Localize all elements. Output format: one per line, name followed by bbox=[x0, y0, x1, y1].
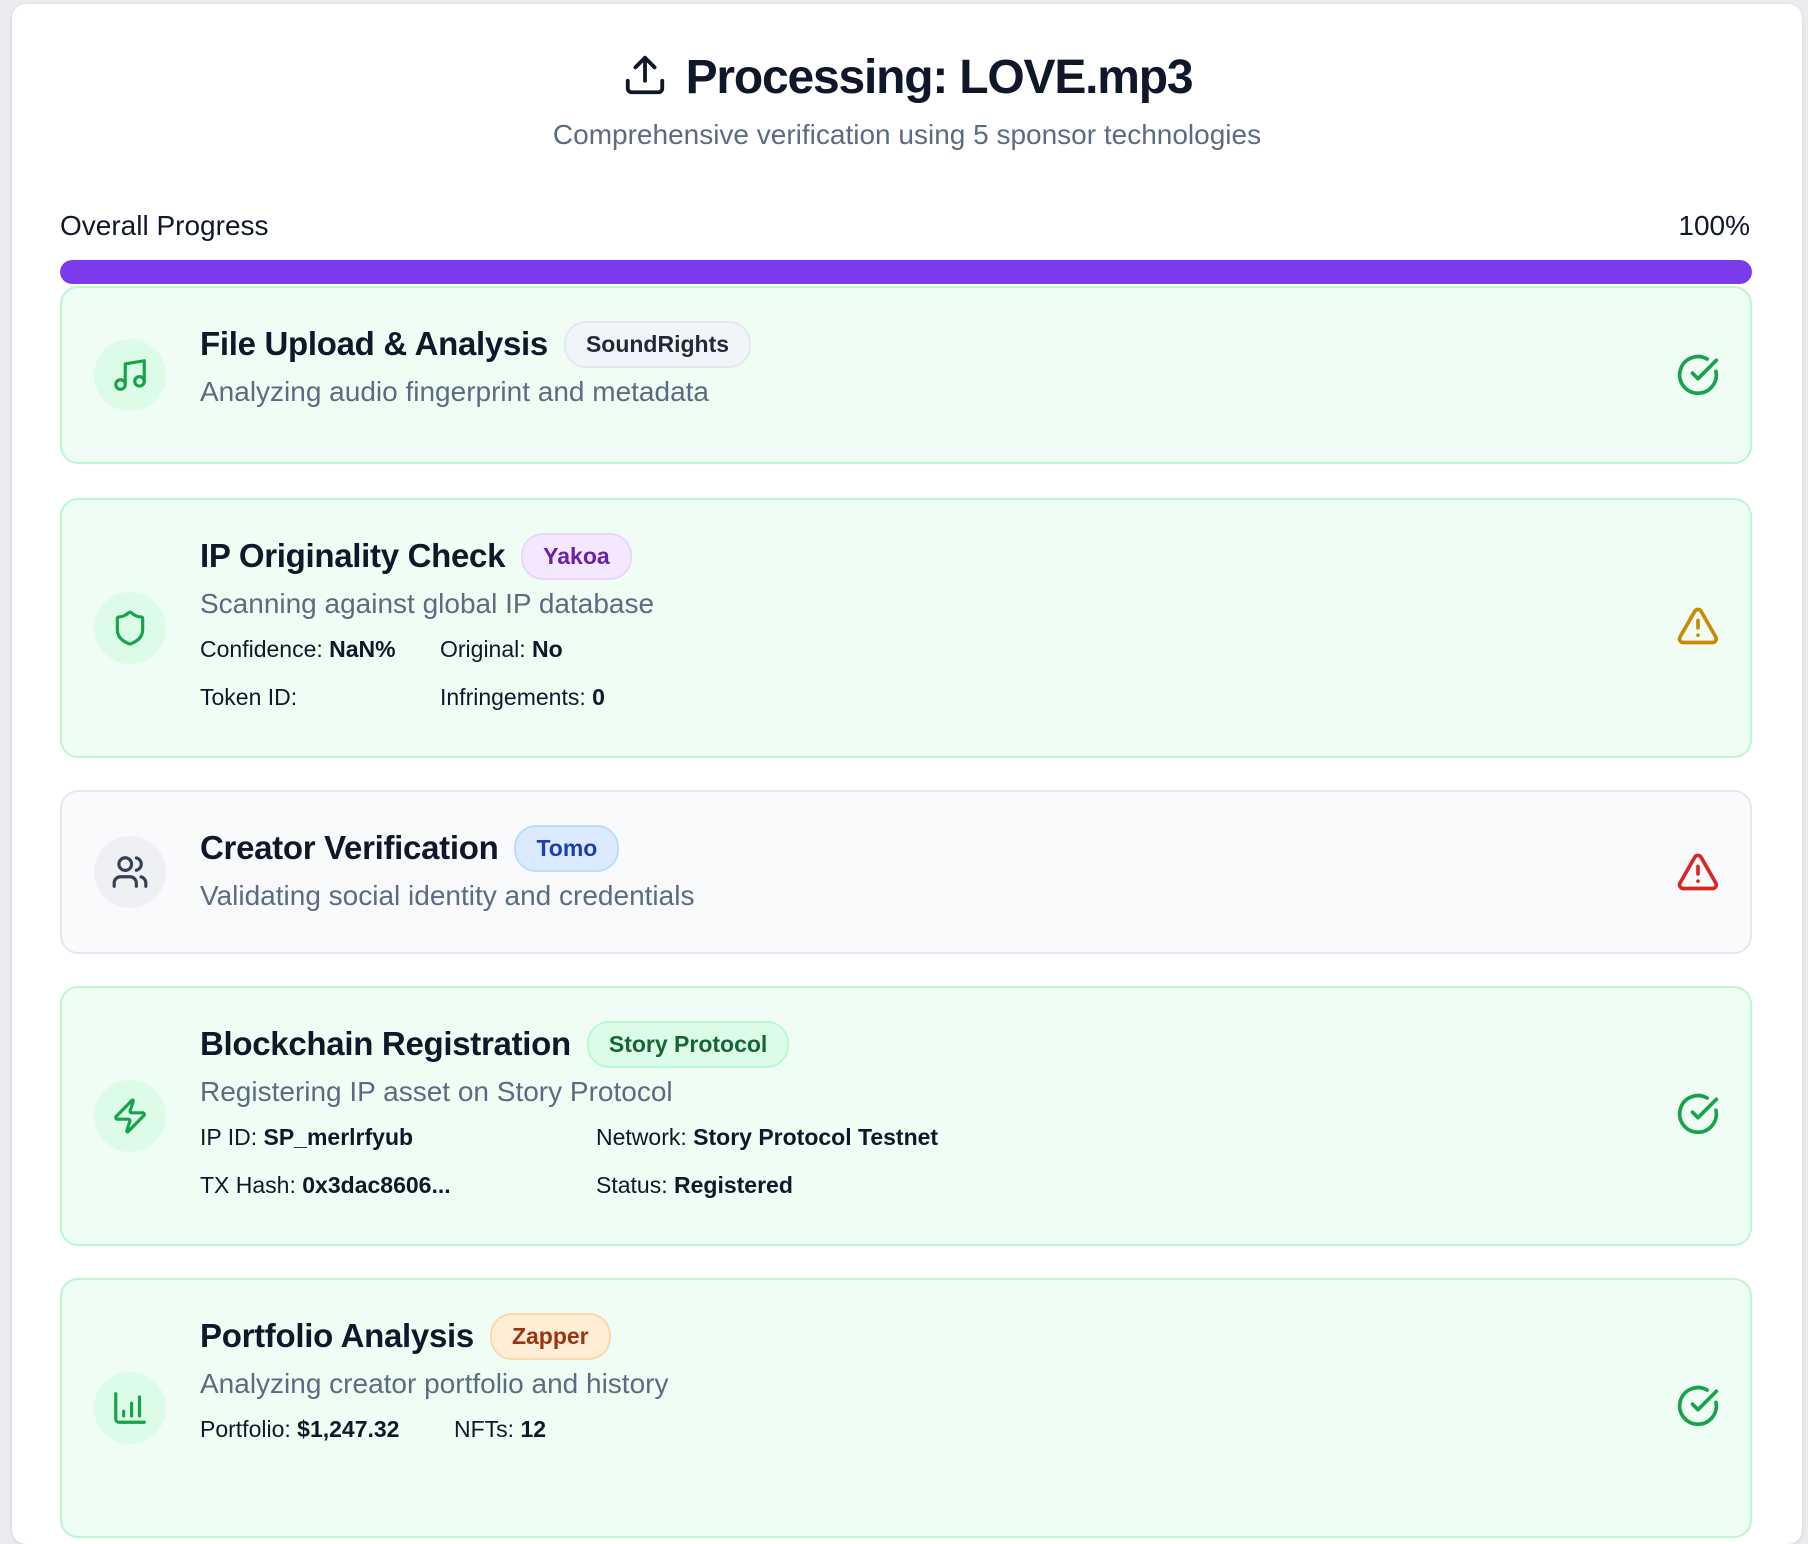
step-description: Analyzing audio fingerprint and metadata bbox=[200, 376, 710, 407]
shield-icon bbox=[94, 592, 166, 664]
network-field: Network: Story Protocol Testnet bbox=[596, 1124, 939, 1150]
step-details: IP ID: SP_merlrfyub Network: Story Proto… bbox=[200, 1124, 1630, 1220]
error-icon bbox=[1677, 853, 1719, 891]
header: Processing: LOVE.mp3 Comprehensive verif… bbox=[12, 50, 1802, 151]
ip-id-field: IP ID: SP_merlrfyub bbox=[200, 1124, 414, 1150]
progress-bar-fill bbox=[60, 260, 1752, 284]
sponsor-badge: Story Protocol bbox=[586, 1020, 790, 1068]
warning-icon bbox=[1677, 607, 1719, 645]
step-creator-verification: Creator Verification Tomo Validating soc… bbox=[60, 790, 1752, 954]
step-title: Portfolio Analysis bbox=[200, 1317, 474, 1354]
progress-percent: 100% bbox=[1678, 210, 1750, 241]
page-title: Processing: LOVE.mp3 bbox=[685, 51, 1194, 104]
progress-label: Overall Progress bbox=[60, 210, 269, 241]
step-file-upload: File Upload & Analysis SoundRights Analy… bbox=[60, 286, 1752, 464]
sponsor-badge: Tomo bbox=[514, 824, 620, 872]
confidence-field: Confidence: NaN% bbox=[200, 636, 396, 662]
portfolio-field: Portfolio: $1,247.32 bbox=[200, 1416, 400, 1442]
bar-chart-icon bbox=[94, 1372, 166, 1444]
step-description: Validating social identity and credentia… bbox=[200, 880, 695, 911]
step-description: Scanning against global IP database bbox=[200, 588, 655, 619]
step-ip-originality: IP Originality Check Yakoa Scanning agai… bbox=[60, 498, 1752, 758]
step-description: Registering IP asset on Story Protocol bbox=[200, 1076, 673, 1107]
page-subtitle: Comprehensive verification using 5 spons… bbox=[552, 119, 1262, 150]
step-blockchain-registration: Blockchain Registration Story Protocol R… bbox=[60, 986, 1752, 1246]
original-field: Original: No bbox=[440, 636, 563, 662]
check-circle-icon bbox=[1677, 1385, 1719, 1427]
step-title: Blockchain Registration bbox=[200, 1025, 571, 1062]
music-icon bbox=[94, 339, 166, 411]
upload-icon bbox=[622, 52, 668, 103]
sponsor-badge: SoundRights bbox=[563, 320, 752, 368]
infringements-field: Infringements: 0 bbox=[440, 684, 605, 710]
check-circle-icon bbox=[1677, 354, 1719, 396]
step-title: IP Originality Check bbox=[200, 537, 506, 574]
users-icon bbox=[94, 836, 166, 908]
registration-status-field: Status: Registered bbox=[596, 1172, 793, 1198]
nfts-field: NFTs: 12 bbox=[454, 1416, 547, 1442]
step-details: Portfolio: $1,247.32 NFTs: 12 bbox=[200, 1416, 1630, 1512]
step-description: Analyzing creator portfolio and history bbox=[200, 1368, 669, 1399]
check-circle-icon bbox=[1677, 1093, 1719, 1135]
tx-hash-field: TX Hash: 0x3dac8606... bbox=[200, 1172, 451, 1198]
lightning-icon bbox=[94, 1080, 166, 1152]
processing-card: Processing: LOVE.mp3 Comprehensive verif… bbox=[12, 4, 1802, 1544]
sponsor-badge: Zapper bbox=[489, 1312, 611, 1360]
sponsor-badge: Yakoa bbox=[521, 532, 632, 580]
progress-bar bbox=[60, 260, 1752, 284]
step-portfolio-analysis: Portfolio Analysis Zapper Analyzing crea… bbox=[60, 1278, 1752, 1538]
step-title: File Upload & Analysis bbox=[200, 325, 548, 362]
token-id-field: Token ID: bbox=[200, 684, 298, 710]
step-title: Creator Verification bbox=[200, 829, 499, 866]
step-details: Confidence: NaN% Original: No Token ID: … bbox=[200, 636, 1630, 732]
